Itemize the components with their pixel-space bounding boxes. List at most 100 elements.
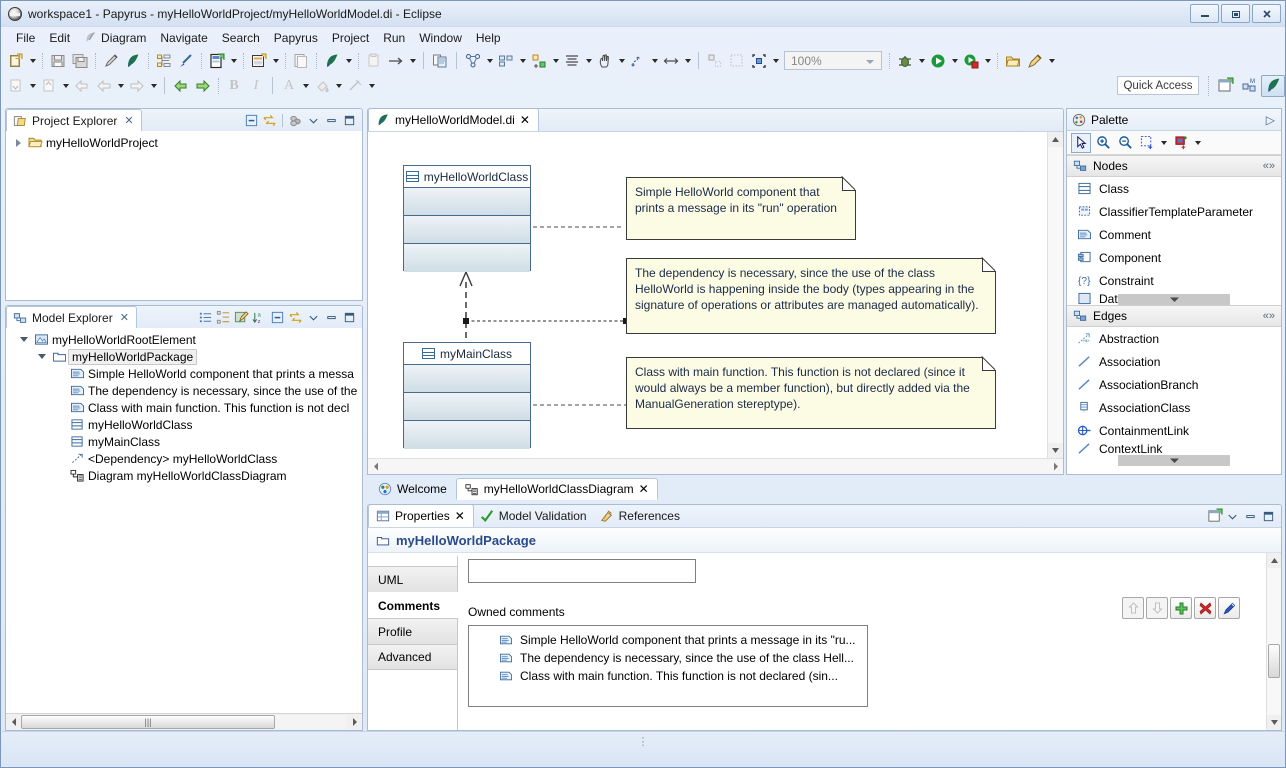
new-properties-view-icon[interactable] <box>1206 508 1223 525</box>
side-tab-advanced[interactable]: Advanced <box>368 644 458 670</box>
model-explorer-hscrollbar[interactable]: ||| <box>6 713 362 730</box>
palette-item-association[interactable]: Association <box>1067 350 1281 373</box>
menu-window[interactable]: Window <box>412 29 469 47</box>
save-icon[interactable] <box>47 50 69 72</box>
owned-comment-item[interactable]: The dependency is necessary, since the u… <box>469 649 867 667</box>
link-with-editor-icon[interactable] <box>261 112 278 129</box>
tab-properties[interactable]: Properties ✕ <box>368 505 474 527</box>
arrow-right-icon[interactable] <box>385 50 407 72</box>
palette-scroll-down-edges[interactable] <box>1118 455 1230 466</box>
papyrus-model-icon[interactable] <box>321 50 343 72</box>
line-color-dropdown[interactable] <box>366 75 377 97</box>
uml-note-2[interactable]: The dependency is necessary, since the u… <box>626 258 996 334</box>
tree-item-comment-3[interactable]: Class with main function. This function … <box>6 399 362 416</box>
uml-note-3[interactable]: Class with main function. This function … <box>626 357 996 429</box>
quick-access-input[interactable]: Quick Access <box>1117 76 1199 95</box>
chevron-collapse-icon[interactable]: «» <box>1263 160 1275 172</box>
palette-item-associationbranch[interactable]: AssociationBranch <box>1067 373 1281 396</box>
edit-model-icon[interactable] <box>233 309 250 326</box>
zoom-level-combo[interactable]: 100% <box>784 51 882 70</box>
chevron-collapse-icon[interactable]: «» <box>1263 310 1275 322</box>
palette-item-associationclass[interactable]: AssociationClass <box>1067 396 1281 419</box>
debug-icon[interactable] <box>894 50 916 72</box>
align-blocks-icon[interactable] <box>495 50 517 72</box>
new-wizard-icon[interactable] <box>5 50 27 72</box>
export-dropdown[interactable] <box>60 75 71 97</box>
scroll-up-icon[interactable] <box>1048 132 1063 147</box>
nested-compartment[interactable] <box>404 421 530 449</box>
menu-project[interactable]: Project <box>325 29 376 47</box>
attributes-compartment[interactable] <box>404 188 530 216</box>
new-wizard-dropdown[interactable] <box>27 50 38 72</box>
tree-item-comment-2[interactable]: The dependency is necessary, since the u… <box>6 382 362 399</box>
attributes-compartment[interactable] <box>404 365 530 393</box>
palette-section-edges[interactable]: Edges «» <box>1067 305 1281 327</box>
maximize-view-icon[interactable] <box>1260 508 1277 525</box>
tab-references[interactable]: References <box>594 505 687 527</box>
palette-item-abstraction[interactable]: «a» Abstraction <box>1067 327 1281 350</box>
paint-brush-icon[interactable] <box>1024 50 1046 72</box>
hscroll-track[interactable]: ||| <box>21 715 347 729</box>
new-diagram-icon[interactable] <box>248 50 270 72</box>
close-button[interactable] <box>1252 4 1281 23</box>
snap-to-grid-icon[interactable] <box>704 50 726 72</box>
maximize-button[interactable] <box>1221 4 1250 23</box>
minimize-view-icon[interactable] <box>323 112 340 129</box>
owned-comment-item[interactable]: Simple HelloWorld component that prints … <box>469 631 867 649</box>
tree-layout-icon[interactable] <box>215 309 232 326</box>
side-tab-uml[interactable]: UML <box>368 566 458 592</box>
expand-arrow-icon[interactable] <box>10 138 26 147</box>
open-folder-icon[interactable] <box>1002 50 1024 72</box>
operations-compartment[interactable] <box>404 393 530 421</box>
palette-section-nodes[interactable]: Nodes «» <box>1067 155 1281 177</box>
palette-item-classifiertemplateparameter[interactable]: ClassifierTemplateParameter <box>1067 200 1281 223</box>
menu-navigate[interactable]: Navigate <box>153 29 214 47</box>
text-align-dropdown[interactable] <box>583 50 594 72</box>
new-papyrus-model-dropdown[interactable] <box>228 50 239 72</box>
debug-dropdown[interactable] <box>916 50 927 72</box>
arrow-right-dropdown[interactable] <box>407 50 418 72</box>
papyrus-model-dropdown[interactable] <box>343 50 354 72</box>
duplicate-view-icon[interactable] <box>429 50 451 72</box>
arrange-all-dropdown[interactable] <box>484 50 495 72</box>
marquee-tool-dropdown[interactable] <box>1159 133 1169 153</box>
tree-item-diagram[interactable]: Diagram myHelloWorldClassDiagram <box>6 467 362 484</box>
tree-item-comment-1[interactable]: Simple HelloWorld component that prints … <box>6 365 362 382</box>
tab-model-validation[interactable]: Model Validation <box>474 505 594 527</box>
zoom-out-tool-icon[interactable] <box>1115 133 1135 153</box>
properties-vscrollbar[interactable] <box>1266 553 1281 730</box>
tree-item-mymainclass[interactable]: myMainClass <box>6 433 362 450</box>
palette-item-containmentlink[interactable]: ContainmentLink <box>1067 419 1281 442</box>
bottom-tab-myhelloworldclassdiagram[interactable]: myHelloWorldClassDiagram ✕ <box>455 478 658 500</box>
zoom-in-tool-icon[interactable] <box>1093 133 1113 153</box>
collapse-arrow-icon[interactable] <box>16 337 32 342</box>
run-dropdown[interactable] <box>949 50 960 72</box>
collapse-arrow-icon[interactable] <box>34 354 50 359</box>
tree-item-package[interactable]: myHelloWorldPackage <box>6 348 362 365</box>
name-field[interactable] <box>468 559 696 583</box>
format-tool-icon[interactable] <box>1171 133 1191 153</box>
scroll-up-icon[interactable] <box>1267 553 1281 568</box>
scroll-down-icon[interactable] <box>1267 715 1281 730</box>
uml-class-mymainclass[interactable]: myMainClass <box>403 342 531 449</box>
palette-collapse-icon[interactable]: ▷ <box>1266 113 1275 127</box>
link-line-icon[interactable] <box>175 50 197 72</box>
uml-note-1[interactable]: Simple HelloWorld component that prints … <box>626 177 856 240</box>
view-menu-icon[interactable] <box>1224 508 1241 525</box>
uml-class-myhelloworldclass[interactable]: myHelloWorldClass <box>403 165 531 272</box>
palette-item-component[interactable]: Component <box>1067 246 1281 269</box>
open-perspective-icon[interactable] <box>1213 75 1237 97</box>
scroll-down-icon[interactable] <box>1048 443 1063 458</box>
save-all-icon[interactable] <box>69 50 91 72</box>
fit-to-page-icon[interactable] <box>748 50 770 72</box>
status-resize-grip[interactable]: ⋮ <box>638 737 649 748</box>
tree-item-myhelloworldclass[interactable]: myHelloWorldClass <box>6 416 362 433</box>
maximize-view-icon[interactable] <box>341 112 358 129</box>
owned-comment-item[interactable]: Class with main function. This function … <box>469 667 867 685</box>
menu-help[interactable]: Help <box>469 29 508 47</box>
font-color-dropdown[interactable] <box>300 75 311 97</box>
resize-dropdown[interactable] <box>682 50 693 72</box>
format-tool-dropdown[interactable] <box>1193 133 1203 153</box>
close-icon[interactable]: ✕ <box>455 509 465 523</box>
scroll-left-icon[interactable] <box>368 459 383 474</box>
